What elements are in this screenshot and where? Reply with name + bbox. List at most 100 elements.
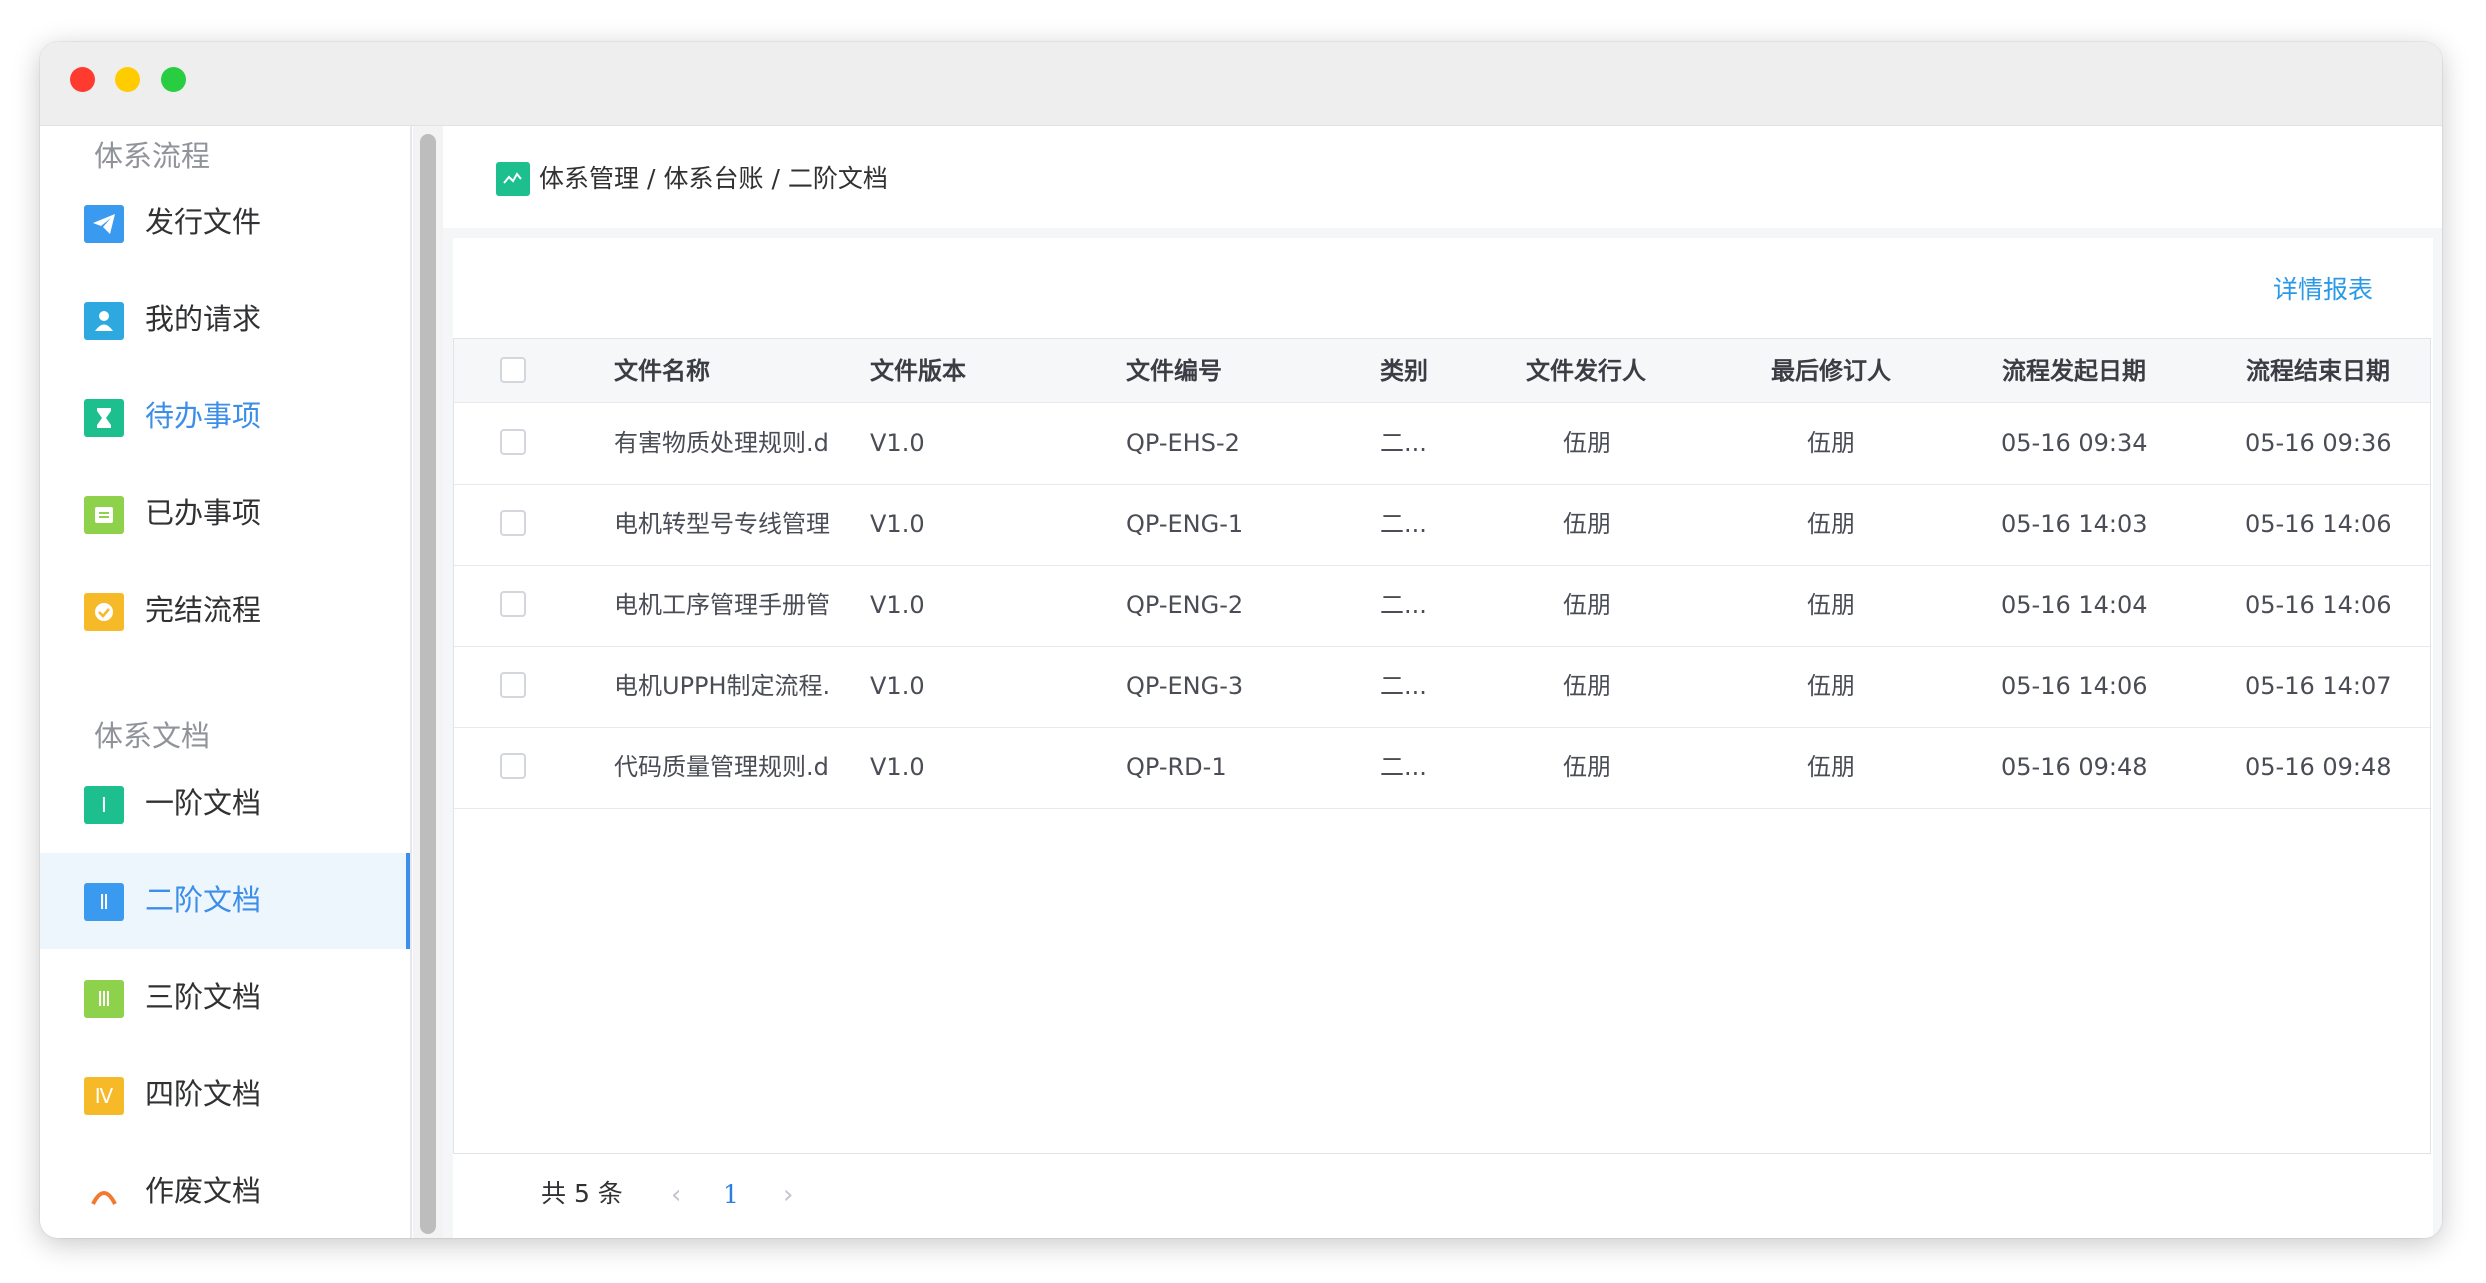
cell-category: 二... bbox=[1380, 510, 1427, 538]
cell-start-date: 05-16 14:06 bbox=[2001, 672, 2148, 700]
void-icon bbox=[84, 1174, 124, 1212]
next-page-button[interactable]: › bbox=[783, 1178, 793, 1212]
column-header: 文件名称 bbox=[614, 357, 710, 385]
cell-issuer: 伍朋 bbox=[1563, 429, 1611, 457]
sidebar-item-todo[interactable]: 待办事项 bbox=[40, 369, 410, 465]
cell-version: V1.0 bbox=[870, 591, 925, 619]
roman-three-icon: Ⅲ bbox=[84, 980, 124, 1018]
maximize-window-button[interactable] bbox=[161, 67, 186, 92]
row-checkbox[interactable] bbox=[500, 429, 526, 455]
column-header: 文件版本 bbox=[870, 357, 966, 385]
cell-issuer: 伍朋 bbox=[1563, 753, 1611, 781]
sidebar-item-level2[interactable]: Ⅱ 二阶文档 bbox=[40, 853, 410, 949]
table-row[interactable]: 电机转型号专线管理 V1.0 QP-ENG-1 二... 伍朋 伍朋 05-16… bbox=[454, 484, 2430, 566]
cell-reviser: 伍朋 bbox=[1807, 591, 1855, 619]
cell-issuer: 伍朋 bbox=[1563, 672, 1611, 700]
cell-end-date: 05-16 14:07 bbox=[2245, 672, 2392, 700]
table-row[interactable]: 电机UPPH制定流程. V1.0 QP-ENG-3 二... 伍朋 伍朋 05-… bbox=[454, 646, 2430, 728]
cell-file-number: QP-ENG-2 bbox=[1126, 591, 1244, 619]
sidebar-divider bbox=[410, 126, 412, 1238]
detail-report-link[interactable]: 详情报表 bbox=[2273, 272, 2373, 308]
breadcrumb-current: 二阶文档 bbox=[787, 164, 888, 193]
sidebar-item-completed[interactable]: 完结流程 bbox=[40, 563, 410, 659]
cell-file-number: QP-ENG-3 bbox=[1126, 672, 1244, 700]
breadcrumb-separator: / bbox=[647, 164, 656, 193]
cell-file-name: 有害物质处理规则.d bbox=[614, 429, 829, 457]
breadcrumb-item[interactable]: 体系台账 bbox=[663, 160, 763, 198]
cell-end-date: 05-16 09:36 bbox=[2245, 429, 2392, 457]
select-all-checkbox[interactable] bbox=[500, 357, 526, 383]
cell-end-date: 05-16 14:06 bbox=[2245, 510, 2392, 538]
main-content: 体系管理 / 体系台账 / 二阶文档 详情报表 文件名称 文件版本 文件编号 类… bbox=[443, 126, 2442, 1238]
row-checkbox[interactable] bbox=[500, 672, 526, 698]
minimize-window-button[interactable] bbox=[115, 67, 140, 92]
page-header: 体系管理 / 体系台账 / 二阶文档 bbox=[443, 126, 2442, 228]
cell-reviser: 伍朋 bbox=[1807, 753, 1855, 781]
cell-start-date: 05-16 09:48 bbox=[2001, 753, 2148, 781]
breadcrumb-item[interactable]: 体系管理 bbox=[539, 160, 639, 198]
cell-start-date: 05-16 14:03 bbox=[2001, 510, 2148, 538]
cell-version: V1.0 bbox=[870, 753, 925, 781]
column-header: 文件发行人 bbox=[1526, 357, 1646, 385]
sidebar-item-label: 二阶文档 bbox=[145, 883, 262, 917]
column-header: 文件编号 bbox=[1126, 357, 1222, 385]
cell-file-number: QP-ENG-1 bbox=[1126, 510, 1244, 538]
cell-category: 二... bbox=[1380, 672, 1427, 700]
sidebar-item-label: 待办事项 bbox=[145, 399, 262, 433]
cell-file-name: 电机转型号专线管理 bbox=[614, 510, 830, 538]
column-header: 最后修订人 bbox=[1771, 357, 1891, 385]
row-checkbox[interactable] bbox=[500, 753, 526, 779]
sidebar-item-level3[interactable]: Ⅲ 三阶文档 bbox=[40, 950, 410, 1046]
cell-reviser: 伍朋 bbox=[1807, 510, 1855, 538]
roman-four-icon: Ⅳ bbox=[84, 1077, 124, 1115]
content-card: 详情报表 文件名称 文件版本 文件编号 类别 文件发行人 最后修订人 流程发起日… bbox=[453, 238, 2433, 1238]
cell-file-number: QP-RD-1 bbox=[1126, 753, 1227, 781]
sidebar-item-label: 三阶文档 bbox=[145, 980, 262, 1014]
table-header: 文件名称 文件版本 文件编号 类别 文件发行人 最后修订人 流程发起日期 流程结… bbox=[454, 339, 2430, 403]
sidebar-item-level4[interactable]: Ⅳ 四阶文档 bbox=[40, 1047, 410, 1143]
roman-one-icon: Ⅰ bbox=[84, 786, 124, 824]
cell-reviser: 伍朋 bbox=[1807, 672, 1855, 700]
cell-end-date: 05-16 14:06 bbox=[2245, 591, 2392, 619]
check-circle-icon bbox=[84, 593, 124, 631]
column-header: 流程发起日期 bbox=[2002, 357, 2146, 385]
sidebar-item-level1[interactable]: Ⅰ 一阶文档 bbox=[40, 756, 410, 852]
paper-plane-icon bbox=[84, 205, 124, 243]
row-checkbox[interactable] bbox=[500, 510, 526, 536]
sidebar-item-label: 已办事项 bbox=[145, 496, 262, 530]
roman-two-icon: Ⅱ bbox=[84, 883, 124, 921]
sidebar: 体系流程 发行文件 我的请求 待办事项 已办事项 完结流程 体系文档 Ⅰ 一阶文… bbox=[40, 126, 410, 1238]
cell-version: V1.0 bbox=[870, 429, 925, 457]
table-row[interactable]: 代码质量管理规则.d V1.0 QP-RD-1 二... 伍朋 伍朋 05-16… bbox=[454, 727, 2430, 809]
sidebar-item-label: 四阶文档 bbox=[145, 1077, 262, 1111]
table-row[interactable]: 电机工序管理手册管 V1.0 QP-ENG-2 二... 伍朋 伍朋 05-16… bbox=[454, 565, 2430, 647]
sidebar-item-label: 我的请求 bbox=[145, 302, 262, 336]
column-header: 流程结束日期 bbox=[2246, 357, 2390, 385]
table-row[interactable]: 有害物质处理规则.d V1.0 QP-EHS-2 二... 伍朋 伍朋 05-1… bbox=[454, 403, 2430, 485]
cell-version: V1.0 bbox=[870, 510, 925, 538]
sidebar-item-my-requests[interactable]: 我的请求 bbox=[40, 272, 410, 368]
page-number-current[interactable]: 1 bbox=[723, 1178, 739, 1212]
app-window: 体系流程 发行文件 我的请求 待办事项 已办事项 完结流程 体系文档 Ⅰ 一阶文… bbox=[40, 42, 2442, 1238]
sidebar-item-void[interactable]: 作废文档 bbox=[40, 1144, 410, 1238]
title-bar bbox=[40, 42, 2442, 126]
total-count: 共 5 条 bbox=[541, 1179, 623, 1208]
sidebar-item-done[interactable]: 已办事项 bbox=[40, 466, 410, 562]
sidebar-scrollbar-thumb[interactable] bbox=[420, 134, 436, 1234]
section-title-documents: 体系文档 bbox=[94, 719, 211, 753]
sidebar-item-issued-files[interactable]: 发行文件 bbox=[40, 175, 410, 271]
user-icon bbox=[84, 302, 124, 340]
close-window-button[interactable] bbox=[70, 67, 95, 92]
cell-reviser: 伍朋 bbox=[1807, 429, 1855, 457]
cell-category: 二... bbox=[1380, 753, 1427, 781]
column-header: 类别 bbox=[1380, 357, 1428, 385]
hourglass-icon bbox=[84, 399, 124, 437]
cell-end-date: 05-16 09:48 bbox=[2245, 753, 2392, 781]
cell-category: 二... bbox=[1380, 591, 1427, 619]
row-checkbox[interactable] bbox=[500, 591, 526, 617]
documents-table: 文件名称 文件版本 文件编号 类别 文件发行人 最后修订人 流程发起日期 流程结… bbox=[453, 338, 2431, 1154]
pagination: 共 5 条 ‹ 1 › bbox=[453, 1154, 2433, 1238]
cell-file-name: 电机UPPH制定流程. bbox=[614, 672, 831, 700]
cell-issuer: 伍朋 bbox=[1563, 510, 1611, 538]
prev-page-button[interactable]: ‹ bbox=[671, 1178, 681, 1212]
